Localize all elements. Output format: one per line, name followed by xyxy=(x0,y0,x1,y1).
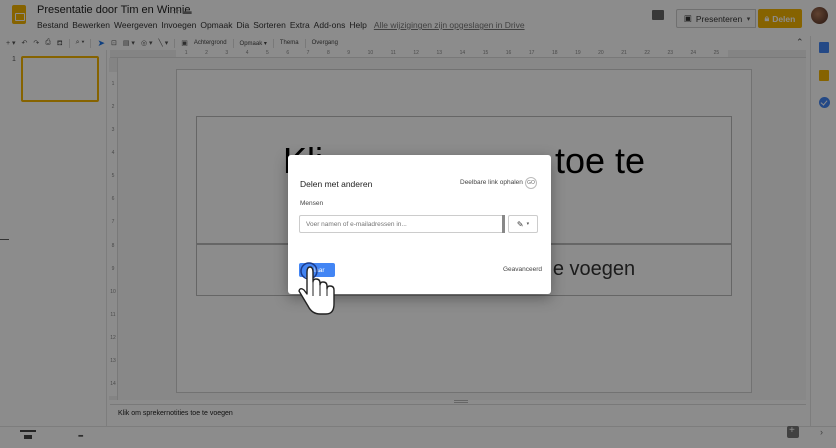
advanced-link[interactable]: Geavanceerd xyxy=(503,266,542,273)
chevron-down-icon: ▾ xyxy=(526,221,530,227)
link-icon[interactable]: GO xyxy=(525,177,537,189)
shareable-link-button[interactable]: Deelbare link ophalen xyxy=(460,179,523,186)
people-label: Mensen xyxy=(300,200,324,207)
people-input[interactable] xyxy=(299,215,505,233)
dialog-title: Delen met anderen xyxy=(300,179,373,189)
input-scroll-edge xyxy=(502,215,505,233)
hand-cursor-icon xyxy=(298,262,335,315)
permission-dropdown[interactable]: ✎ ▾ xyxy=(508,215,538,233)
overlay-edge-line xyxy=(0,239,9,240)
pencil-icon: ✎ xyxy=(516,219,524,229)
